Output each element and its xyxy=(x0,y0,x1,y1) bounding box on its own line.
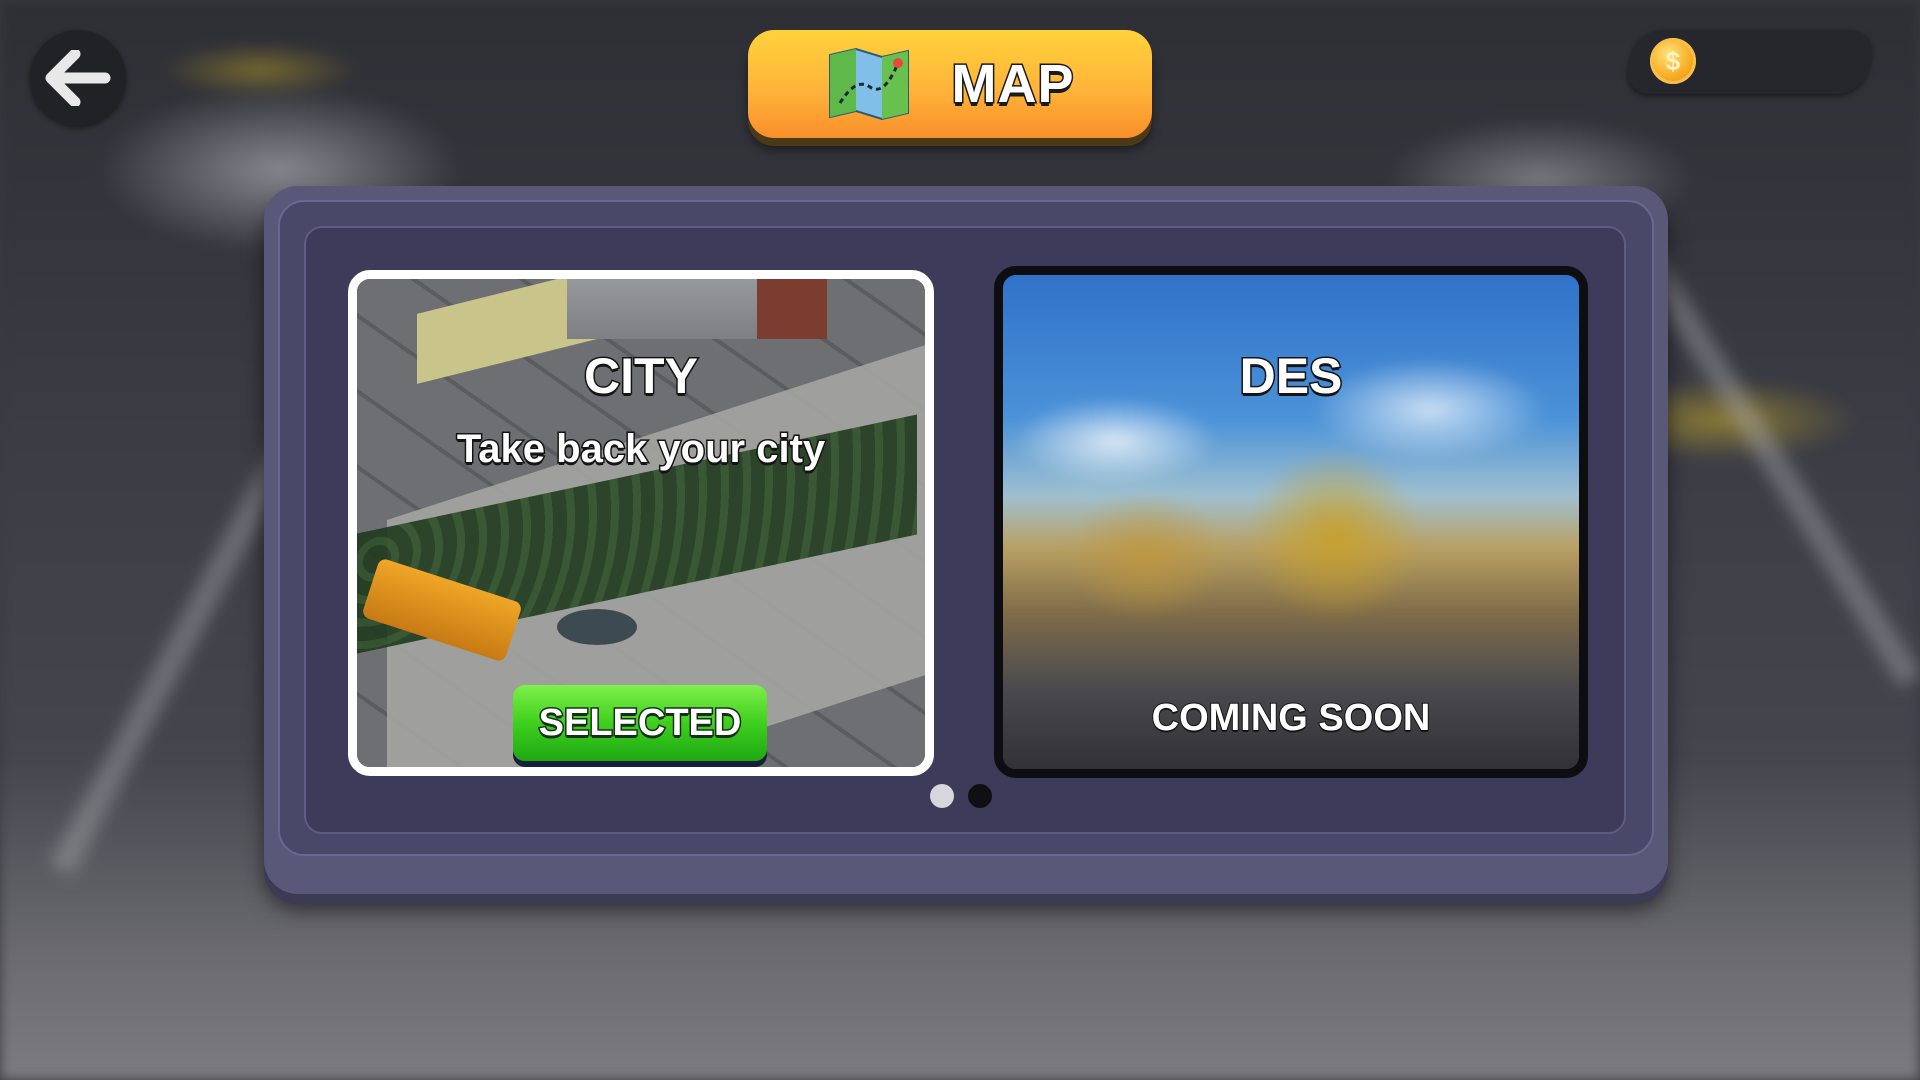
map-select-screen: MAP $ CITY Take back your city SELECTED … xyxy=(0,0,1920,1080)
page-dot-1[interactable] xyxy=(930,784,954,808)
coming-soon-label: COMING SOON xyxy=(1151,696,1432,740)
coin-symbol: $ xyxy=(1665,45,1681,76)
arrow-left-icon xyxy=(45,50,111,106)
map-subtitle: Take back your city xyxy=(455,426,826,473)
back-button[interactable] xyxy=(30,30,126,126)
coin-icon: $ xyxy=(1650,38,1696,84)
page-dot-2[interactable] xyxy=(968,784,992,808)
title-banner: MAP xyxy=(748,30,1152,138)
selected-button[interactable]: SELECTED xyxy=(513,685,767,761)
map-icon xyxy=(828,47,909,121)
map-card-city[interactable]: CITY Take back your city SELECTED xyxy=(348,270,934,776)
map-card-desert[interactable]: DES COMING SOON xyxy=(994,266,1588,778)
page-title: MAP xyxy=(950,53,1075,116)
map-name: DES xyxy=(1238,347,1344,406)
pagination xyxy=(930,784,992,808)
map-name: CITY xyxy=(583,347,700,406)
fountain xyxy=(557,609,637,645)
city-building xyxy=(567,279,827,339)
